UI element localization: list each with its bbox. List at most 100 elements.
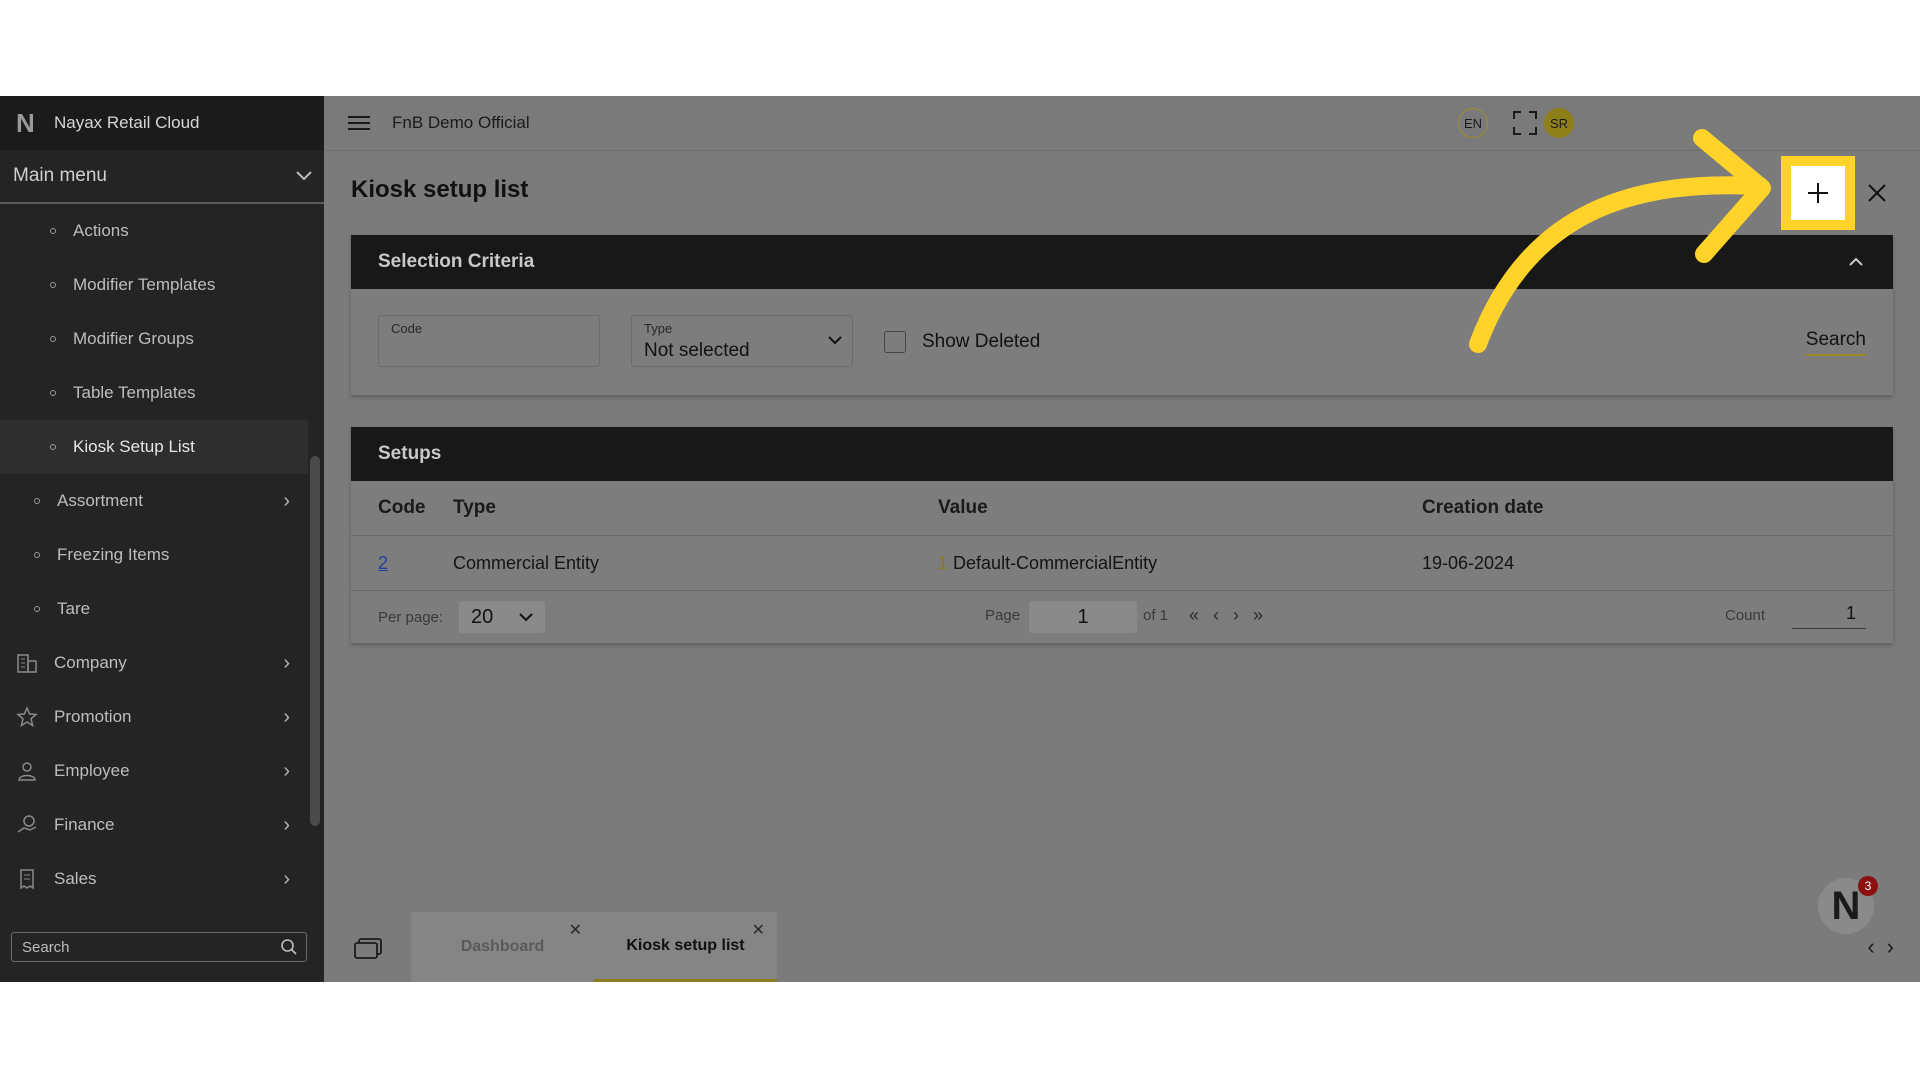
- sidebar-item-modifier-groups[interactable]: Modifier Groups: [0, 312, 308, 366]
- close-tab-icon[interactable]: ✕: [569, 920, 582, 940]
- sidebar-item-label: Tare: [57, 599, 91, 618]
- top-bar: FnB Demo Official EN SR: [324, 96, 1920, 151]
- plus-icon: [1808, 183, 1828, 203]
- sidebar-item-modifier-templates[interactable]: Modifier Templates: [0, 258, 308, 312]
- bullet-icon: [34, 498, 40, 504]
- search-icon[interactable]: [280, 938, 298, 956]
- chevron-down-icon: [519, 612, 533, 621]
- sidebar-item-finance[interactable]: Finance ›: [0, 798, 308, 852]
- sidebar-search: [11, 932, 307, 962]
- column-header-value[interactable]: Value: [938, 497, 1422, 519]
- sidebar-item-promotion[interactable]: Promotion ›: [0, 690, 308, 744]
- user-avatar[interactable]: SR: [1544, 108, 1574, 138]
- column-header-creation-date[interactable]: Creation date: [1422, 497, 1822, 519]
- sidebar-item-kiosk-setup-list[interactable]: Kiosk Setup List: [0, 420, 308, 474]
- type-select-label: Type: [644, 321, 673, 336]
- close-tab-icon[interactable]: ✕: [752, 920, 765, 940]
- main-menu-label: Main menu: [13, 165, 107, 186]
- main-menu-toggle[interactable]: Main menu: [0, 150, 324, 204]
- bullet-icon: [50, 444, 56, 450]
- search-button[interactable]: Search: [1805, 329, 1866, 356]
- sidebar-item-sales[interactable]: Sales ›: [0, 852, 308, 906]
- first-page-icon[interactable]: «: [1189, 605, 1213, 625]
- chevron-down-icon: [828, 336, 842, 345]
- sidebar-scrollbar[interactable]: [310, 456, 320, 826]
- sidebar-item-assortment[interactable]: Assortment ›: [0, 474, 308, 528]
- sidebar-item-actions[interactable]: Actions: [0, 204, 308, 258]
- hamburger-menu-icon[interactable]: [348, 112, 370, 134]
- page-navigation: «‹›»: [1189, 605, 1277, 626]
- chevron-right-icon: ›: [283, 759, 290, 782]
- page-input[interactable]: 1: [1029, 601, 1137, 633]
- page-label: Page: [985, 607, 1021, 624]
- setups-header: Setups: [351, 427, 1893, 481]
- chevron-right-icon[interactable]: ›: [1887, 934, 1906, 959]
- bullet-icon: [50, 282, 56, 288]
- next-page-icon[interactable]: ›: [1233, 605, 1253, 625]
- pagination: Per page: 20 Page 1 of 1 «‹›» Count 1: [351, 591, 1893, 645]
- close-icon[interactable]: [1864, 180, 1890, 206]
- type-select-value: Not selected: [644, 340, 750, 361]
- brand-name: Nayax Retail Cloud: [54, 113, 200, 132]
- show-deleted-label: Show Deleted: [922, 331, 1041, 352]
- setups-panel: Setups Code Type Value Creation date 2 C…: [351, 427, 1893, 643]
- code-field-label: Code: [391, 321, 423, 336]
- code-link[interactable]: 2: [378, 553, 388, 573]
- fullscreen-icon[interactable]: [1512, 110, 1538, 136]
- tab-dashboard[interactable]: Dashboard ✕: [411, 912, 594, 982]
- sidebar-item-label: Finance: [54, 815, 115, 834]
- sidebar-item-company[interactable]: Company ›: [0, 636, 308, 690]
- table-header: Code Type Value Creation date: [351, 481, 1893, 536]
- building-icon: [17, 654, 37, 673]
- tab-scroll-nav: ‹›: [1867, 934, 1906, 960]
- value-text: Default-CommercialEntity: [953, 552, 1158, 573]
- finance-icon: [17, 815, 37, 833]
- page-title: Kiosk setup list: [351, 176, 529, 203]
- windows-icon[interactable]: [354, 938, 382, 960]
- sidebar-item-employee[interactable]: Employee ›: [0, 744, 308, 798]
- star-icon: [16, 706, 38, 728]
- last-page-icon[interactable]: »: [1253, 605, 1277, 625]
- sidebar-item-label: Freezing Items: [57, 545, 170, 564]
- value-cell: 1 Default-CommercialEntity: [938, 553, 1422, 574]
- company-name: FnB Demo Official: [392, 113, 530, 132]
- code-field[interactable]: Code: [378, 315, 600, 367]
- sidebar-item-freezing-items[interactable]: Freezing Items: [0, 528, 308, 582]
- chevron-right-icon: ›: [283, 867, 290, 890]
- bullet-icon: [50, 390, 56, 396]
- sidebar-item-tare[interactable]: Tare: [0, 582, 308, 636]
- receipt-icon: [20, 869, 34, 890]
- bullet-icon: [50, 336, 56, 342]
- sidebar-item-table-templates[interactable]: Table Templates: [0, 366, 308, 420]
- sidebar-item-label: Assortment: [57, 491, 143, 510]
- sidebar-item-label: Sales: [54, 869, 97, 888]
- sidebar-search-input[interactable]: [20, 937, 264, 957]
- per-page-select[interactable]: 20: [459, 601, 545, 633]
- sidebar-item-label: Modifier Templates: [73, 275, 216, 294]
- chevron-up-icon[interactable]: [1849, 257, 1863, 266]
- column-header-code[interactable]: Code: [351, 497, 453, 519]
- tab-kiosk-setup-list[interactable]: Kiosk setup list ✕: [594, 912, 777, 982]
- notification-badge: 3: [1858, 876, 1878, 896]
- language-button[interactable]: EN: [1458, 108, 1488, 138]
- count-label: Count: [1724, 607, 1765, 624]
- sidebar-item-label: Actions: [73, 221, 129, 240]
- count-value: 1: [1792, 603, 1866, 629]
- chevron-right-icon: ›: [283, 813, 290, 836]
- selection-criteria-panel: Selection Criteria Code Type Not selecte…: [351, 235, 1893, 395]
- person-icon: [18, 762, 36, 781]
- type-cell: Commercial Entity: [453, 552, 600, 573]
- type-select[interactable]: Type Not selected: [631, 315, 853, 367]
- show-deleted-checkbox[interactable]: [884, 331, 906, 353]
- chevron-left-icon[interactable]: ‹: [1867, 934, 1886, 959]
- column-header-type[interactable]: Type: [453, 497, 938, 519]
- tab-label: Dashboard: [460, 938, 545, 955]
- creation-date-cell: 19-06-2024: [1422, 552, 1515, 573]
- bullet-icon: [50, 228, 56, 234]
- table-row[interactable]: 2 Commercial Entity 1 Default-Commercial…: [351, 536, 1893, 591]
- selection-criteria-header[interactable]: Selection Criteria: [351, 235, 1893, 289]
- bullet-icon: [34, 606, 40, 612]
- add-button[interactable]: [1791, 166, 1845, 220]
- prev-page-icon[interactable]: ‹: [1213, 605, 1233, 625]
- setups-title: Setups: [378, 443, 442, 464]
